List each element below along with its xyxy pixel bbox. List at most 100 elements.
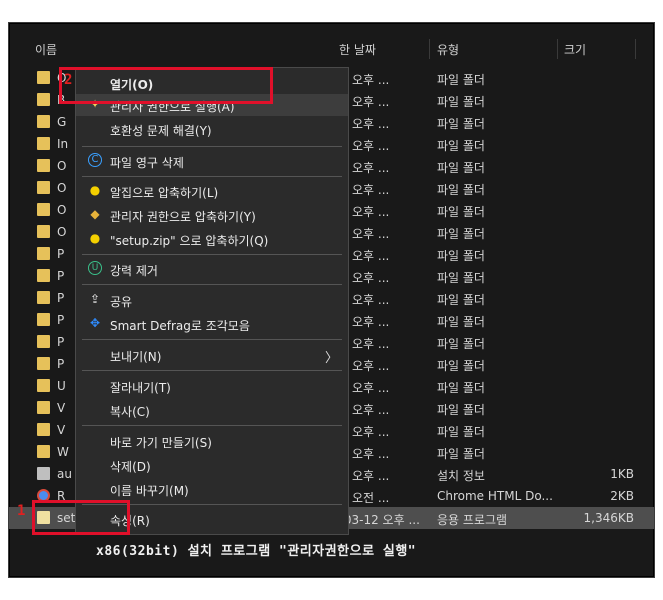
file-type: 파일 폴더 [437, 293, 485, 307]
column-date[interactable]: 한 날짜 [339, 41, 376, 58]
file-name: au [57, 467, 72, 481]
alzip-icon: ● [89, 231, 101, 245]
column-size[interactable]: 크기 [564, 41, 586, 58]
menu-force-remove[interactable]: U 강력 제거 [76, 258, 348, 280]
menu-alzip[interactable]: ● 알집으로 압축하기(L) [76, 180, 348, 202]
folder-icon [37, 159, 50, 172]
share-icon: ⇪ [89, 292, 101, 306]
header-divider[interactable] [635, 39, 636, 59]
menu-rename-label: 이름 바꾸기(M) [110, 484, 189, 498]
menu-delete[interactable]: 삭제(D) [76, 454, 348, 476]
file-type: Chrome HTML Do... [437, 489, 553, 503]
file-type: 파일 폴더 [437, 249, 485, 263]
file-name: V [57, 401, 66, 415]
header-divider[interactable] [429, 39, 430, 59]
file-type: 파일 폴더 [437, 337, 485, 351]
file-name: O [57, 225, 67, 239]
folder-icon [37, 115, 50, 128]
file-name: U [57, 379, 66, 393]
alzip-icon: ● [89, 183, 101, 197]
menu-zip-setup-label: "setup.zip" 으로 압축하기(Q) [110, 234, 269, 248]
menu-shortcut[interactable]: 바로 가기 만들기(S) [76, 430, 348, 452]
menu-separator [82, 425, 342, 426]
file-name: P [57, 335, 65, 349]
file-type: 응용 프로그램 [437, 513, 508, 527]
file-name: P [57, 357, 65, 371]
header-divider[interactable] [557, 39, 558, 59]
menu-send-to[interactable]: 보내기(N) 〉 [76, 344, 348, 366]
file-name: P [57, 313, 65, 327]
file-type: 파일 폴더 [437, 139, 485, 153]
step-2-label: 2 [64, 72, 73, 88]
file-type: 파일 폴더 [437, 161, 485, 175]
menu-admin-zip[interactable]: ◆ 관리자 권한으로 압축하기(Y) [76, 204, 348, 226]
defrag-icon: ✥ [89, 316, 101, 330]
file-name: O [57, 203, 67, 217]
menu-share-label: 공유 [110, 295, 133, 309]
menu-separator [82, 339, 342, 340]
file-type: 파일 폴더 [437, 447, 485, 461]
folder-icon [37, 203, 50, 216]
file-type: 파일 폴더 [437, 359, 485, 373]
folder-icon [37, 445, 50, 458]
step-1-label: 1 [17, 503, 26, 519]
column-name[interactable]: 이름 [35, 41, 57, 58]
menu-troubleshoot-label: 호환성 문제 해결(Y) [110, 124, 212, 138]
file-name: O [57, 181, 67, 195]
file-name: W [57, 445, 69, 459]
menu-share[interactable]: ⇪ 공유 [76, 289, 348, 311]
folder-icon [37, 335, 50, 348]
folder-icon [37, 137, 50, 150]
explorer-window: 이름 한 날짜 유형 크기 O -12-02 오후 ... 파일 폴더 B -12-02… [8, 22, 655, 578]
menu-delete-label: 삭제(D) [110, 460, 151, 474]
file-name: P [57, 247, 65, 261]
menu-separator [82, 176, 342, 177]
menu-cut[interactable]: 잘라내기(T) [76, 375, 348, 397]
folder-icon [37, 225, 50, 238]
file-size: 1KB [610, 467, 634, 481]
menu-defrag-label: Smart Defrag로 조각모음 [110, 319, 250, 333]
menu-perm-delete[interactable]: C 파일 영구 삭제 [76, 150, 348, 172]
context-menu: 열기(O) ✦ 관리자 권한으로 실행(A) 호환성 문제 해결(Y) C 파일… [75, 67, 349, 535]
file-type: 파일 폴더 [437, 73, 485, 87]
file-type: 파일 폴더 [437, 183, 485, 197]
column-header: 이름 한 날짜 유형 크기 [9, 35, 654, 61]
folder-icon [37, 181, 50, 194]
menu-copy-label: 복사(C) [110, 405, 150, 419]
file-type: 파일 폴더 [437, 381, 485, 395]
file-type: 파일 폴더 [437, 403, 485, 417]
folder-icon [37, 71, 50, 84]
caption: x86(32bit) 설치 프로그램 "관리자권한으로 실행" [96, 544, 417, 559]
highlight-run-as-admin [59, 67, 273, 104]
file-type: 파일 폴더 [437, 271, 485, 285]
settings-file-icon [37, 467, 50, 480]
highlight-setup-exe [32, 500, 130, 535]
menu-separator [82, 370, 342, 371]
file-type: 설치 정보 [437, 469, 485, 483]
menu-cut-label: 잘라내기(T) [110, 381, 171, 395]
shield-icon: ◆ [90, 207, 100, 221]
file-type: 파일 폴더 [437, 315, 485, 329]
menu-defrag[interactable]: ✥ Smart Defrag로 조각모음 [76, 313, 348, 335]
file-name: O [57, 159, 67, 173]
menu-copy[interactable]: 복사(C) [76, 399, 348, 421]
menu-troubleshoot[interactable]: 호환성 문제 해결(Y) [76, 118, 348, 140]
folder-icon [37, 379, 50, 392]
column-type[interactable]: 유형 [437, 41, 459, 58]
folder-icon [37, 291, 50, 304]
file-size: 1,346KB [583, 511, 634, 525]
folder-icon [37, 401, 50, 414]
menu-perm-delete-label: 파일 영구 삭제 [110, 156, 184, 170]
file-name: V [57, 423, 66, 437]
file-type: 파일 폴더 [437, 95, 485, 109]
menu-zip-setup[interactable]: ● "setup.zip" 으로 압축하기(Q) [76, 228, 348, 250]
menu-rename[interactable]: 이름 바꾸기(M) [76, 478, 348, 500]
menu-admin-zip-label: 관리자 권한으로 압축하기(Y) [110, 210, 256, 224]
menu-send-to-label: 보내기(N) [110, 350, 162, 364]
chevron-right-icon: 〉 [324, 351, 338, 366]
folder-icon [37, 93, 50, 106]
file-name: P [57, 269, 65, 283]
file-type: 파일 폴더 [437, 227, 485, 241]
uninstaller-icon: U [88, 261, 102, 275]
menu-alzip-label: 알집으로 압축하기(L) [110, 186, 219, 200]
